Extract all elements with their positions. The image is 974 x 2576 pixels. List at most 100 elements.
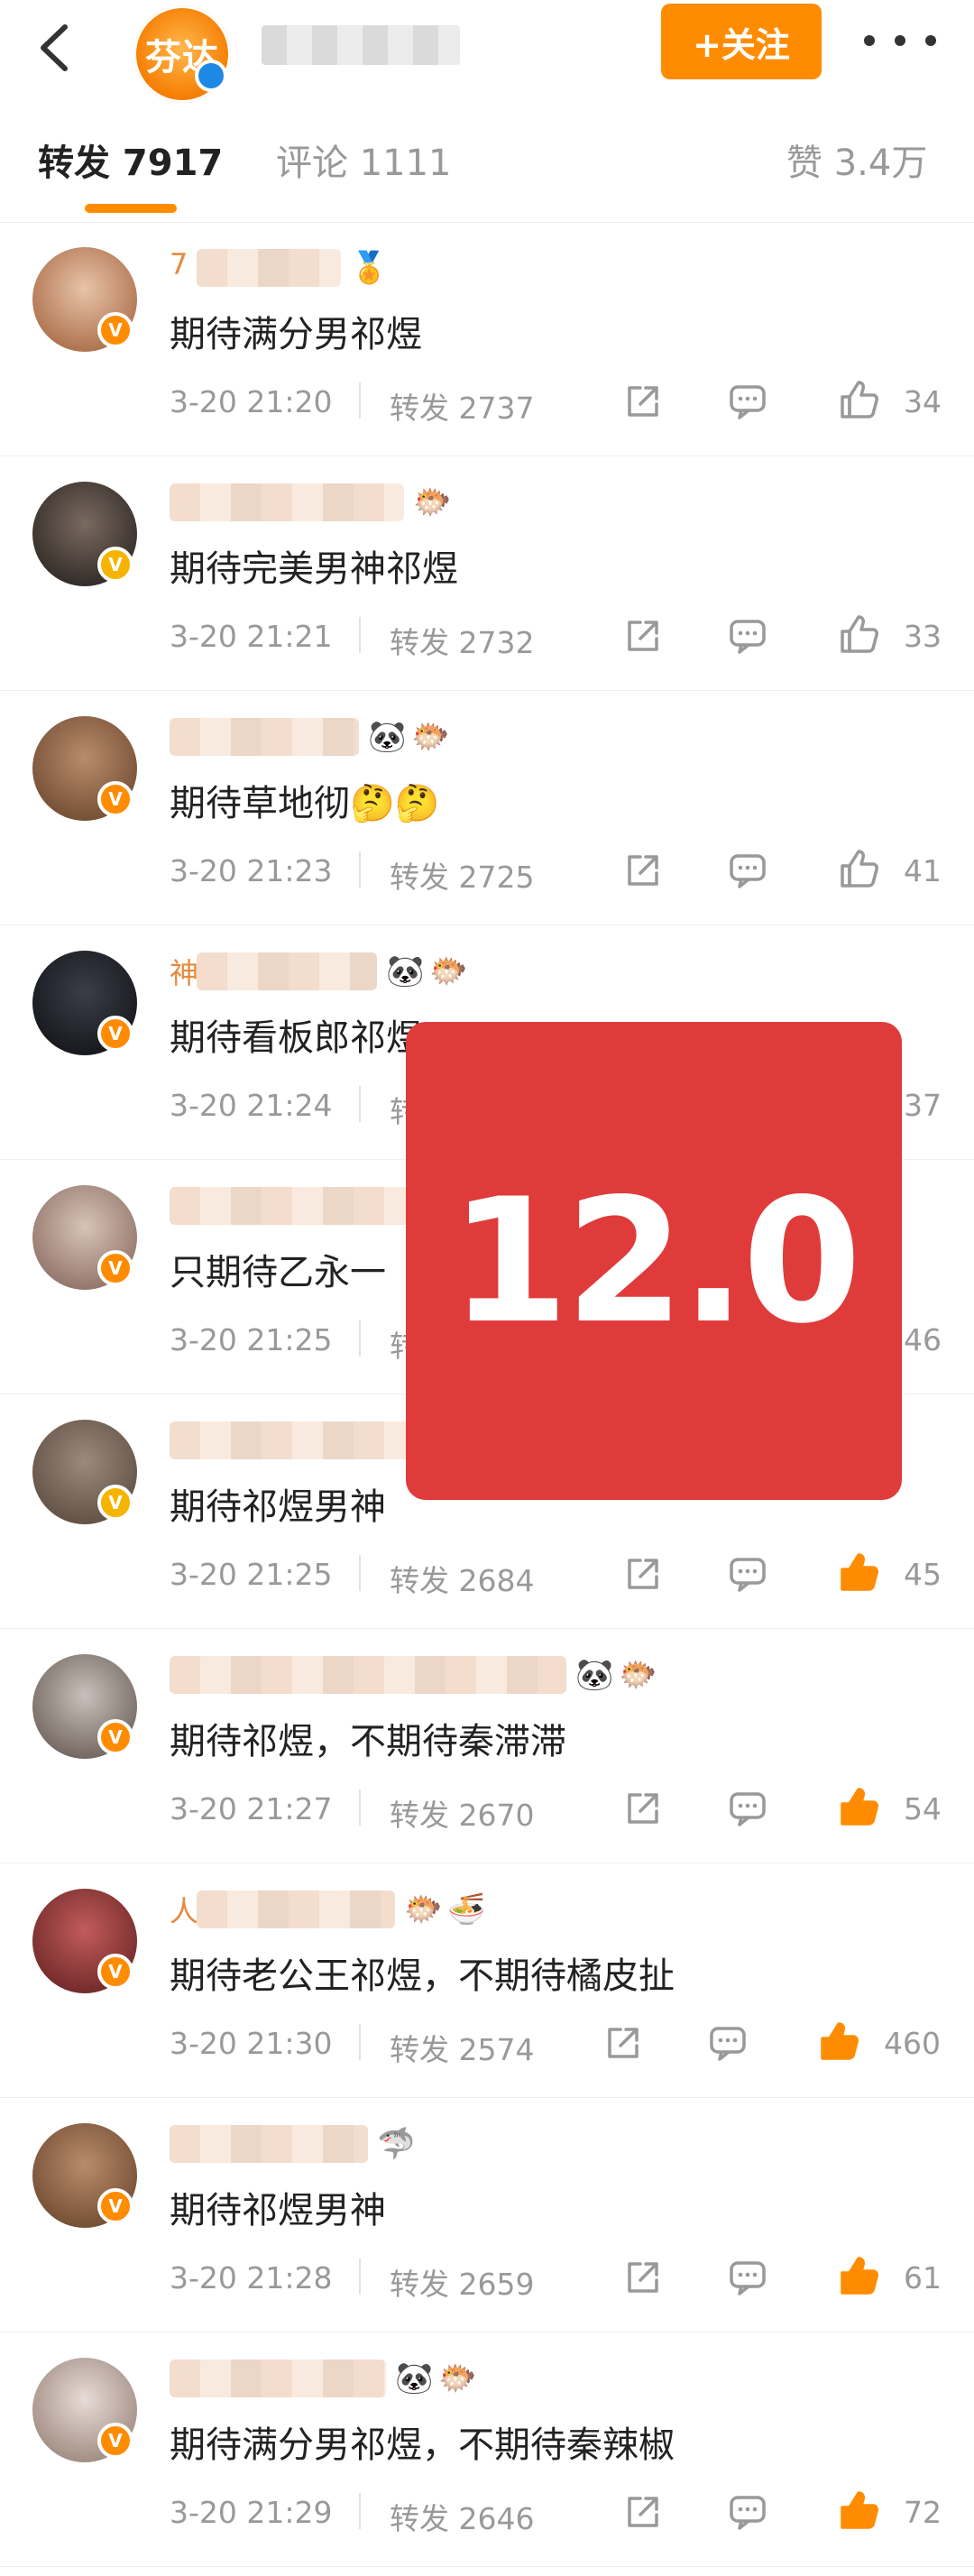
comment-icon[interactable] — [727, 2491, 768, 2533]
list-item[interactable]: V 🐼 🐡 期待满分男祁煜，不期待秦辣椒 3-20 21:29 转发 2646 72 — [0, 2332, 974, 2567]
repost-count: 转发 2725 — [390, 860, 535, 895]
share-icon[interactable] — [622, 381, 664, 422]
divider — [359, 1789, 361, 1826]
divider — [359, 1086, 361, 1122]
verified-badge-icon — [195, 60, 227, 92]
comment-icon[interactable] — [707, 2022, 749, 2064]
like-icon[interactable] — [837, 1550, 882, 1595]
tab-like[interactable]: 赞 3.4万 — [786, 133, 927, 186]
comment-icon[interactable] — [727, 615, 768, 657]
repost-count: 转发 2574 — [390, 2032, 535, 2067]
more-options-icon[interactable] — [864, 18, 936, 63]
share-icon[interactable] — [622, 2257, 664, 2298]
verified-badge-icon: V — [97, 1719, 133, 1755]
user-badge-emoji: 🍜 — [447, 1891, 486, 1927]
user-badge-emoji: 🐼 — [575, 1657, 614, 1693]
like-icon[interactable] — [837, 612, 882, 657]
share-icon[interactable] — [622, 2491, 664, 2533]
verified-badge-icon: V — [97, 2188, 133, 2224]
like-icon[interactable] — [837, 377, 882, 422]
share-icon[interactable] — [622, 1553, 664, 1595]
user-badge-emoji: 🐡 — [429, 953, 468, 989]
repost-text: 期待祁煜，不期待秦滞滞 — [170, 1721, 566, 1762]
share-icon[interactable] — [602, 2022, 644, 2064]
user-name-blurred[interactable] — [170, 483, 404, 521]
user-name-blurred[interactable] — [170, 718, 359, 756]
tab-comment[interactable]: 评论 1111 — [276, 133, 452, 186]
comment-icon[interactable] — [727, 1788, 768, 1829]
like-icon[interactable] — [817, 2019, 862, 2064]
list-item[interactable]: V 🐼 🐡 期待草地彻🤔🤔 3-20 21:23 转发 2725 41 — [0, 691, 974, 925]
account-name-blurred[interactable] — [262, 25, 460, 65]
like-count: 33 — [904, 619, 942, 654]
verified-badge-icon: V — [97, 1485, 133, 1521]
follow-button[interactable]: +关注 — [661, 4, 822, 79]
repost-count: 转发 2684 — [390, 1563, 535, 1598]
repost-count: 转发 2659 — [390, 2267, 535, 2302]
like-count: 41 — [904, 853, 942, 888]
user-name-prefix[interactable]: 7 — [170, 247, 188, 281]
divider — [359, 2024, 361, 2060]
user-name-prefix[interactable]: 人 — [170, 1889, 198, 1930]
divider — [359, 1555, 361, 1591]
user-name-blurred[interactable] — [197, 952, 377, 990]
timestamp: 3-20 21:29 — [170, 2495, 333, 2530]
list-item[interactable]: V 🐡 期待完美男神祁煜 3-20 21:21 转发 2732 33 — [0, 456, 974, 691]
user-name-blurred[interactable] — [170, 2125, 368, 2163]
verified-badge-icon: V — [97, 1954, 133, 1990]
repost-text: 期待满分男祁煜，不期待秦辣椒 — [170, 2424, 675, 2466]
timestamp: 3-20 21:30 — [170, 2026, 333, 2061]
timestamp: 3-20 21:21 — [170, 619, 333, 654]
user-name-blurred[interactable] — [170, 1187, 440, 1225]
like-icon[interactable] — [837, 1784, 882, 1829]
list-item[interactable]: V 🐼 🐡 期待祁煜，不期待秦滞滞 3-20 21:27 转发 2670 54 — [0, 1629, 974, 1863]
user-name-prefix[interactable]: 神 — [170, 951, 198, 992]
comment-icon[interactable] — [727, 381, 768, 422]
divider — [359, 851, 361, 888]
user-badge-emoji: 🐼 — [368, 719, 407, 755]
like-icon[interactable] — [837, 2488, 882, 2533]
comment-icon[interactable] — [727, 2257, 768, 2298]
user-badge-emoji: 🐼 — [395, 2360, 434, 2397]
comment-icon[interactable] — [727, 850, 768, 891]
like-count: 46 — [904, 1322, 942, 1357]
like-count: 37 — [904, 1088, 942, 1123]
timestamp: 3-20 21:24 — [170, 1088, 333, 1123]
timestamp: 3-20 21:28 — [170, 2260, 333, 2295]
like-icon[interactable] — [837, 2253, 882, 2298]
list-item[interactable]: V 人 🐡 🍜 期待老公王祁煜，不期待橘皮扯 3-20 21:30 转发 2574 460 — [0, 1863, 974, 2098]
share-icon[interactable] — [622, 615, 664, 657]
back-arrow-icon[interactable] — [25, 16, 88, 79]
repost-count: 转发 2732 — [390, 625, 535, 660]
list-item[interactable]: V 7 🏅 期待满分男祁煜 3-20 21:20 转发 2737 34 — [0, 222, 974, 456]
repost-count: 转发 2670 — [390, 1798, 535, 1833]
repost-text: 只期待乙永一 — [170, 1252, 386, 1293]
user-name-blurred[interactable] — [170, 2360, 386, 2397]
verified-badge-icon: V — [97, 547, 133, 583]
user-name-blurred[interactable] — [197, 1891, 395, 1928]
comment-icon[interactable] — [727, 1553, 768, 1595]
repost-text: 期待祁煜男神 — [170, 1486, 386, 1528]
like-count: 460 — [884, 2026, 941, 2061]
list-item[interactable]: V 🦈 期待祁煜男神 3-20 21:28 转发 2659 61 — [0, 2098, 974, 2332]
user-name-blurred[interactable] — [197, 249, 341, 287]
verified-badge-icon: V — [97, 312, 133, 348]
repost-text: 期待满分男祁煜 — [170, 314, 422, 355]
repost-count: 转发 2646 — [390, 2501, 535, 2536]
divider — [359, 617, 361, 653]
verified-badge-icon: V — [97, 781, 133, 817]
divider — [359, 2259, 361, 2295]
active-tab-indicator — [85, 204, 177, 213]
share-icon[interactable] — [622, 1788, 664, 1829]
like-count: 34 — [904, 384, 942, 419]
divider — [359, 382, 361, 419]
like-icon[interactable] — [837, 846, 882, 891]
share-icon[interactable] — [622, 850, 664, 891]
user-badge-emoji: 🐡 — [619, 1657, 657, 1693]
verified-badge-icon: V — [97, 2423, 133, 2459]
tab-repost[interactable]: 转发 7917 — [38, 133, 223, 186]
user-name-blurred[interactable] — [170, 1656, 566, 1694]
like-count: 45 — [904, 1557, 942, 1592]
user-badge-emoji: 🐡 — [438, 2360, 477, 2397]
verified-badge-icon: V — [97, 1016, 133, 1052]
